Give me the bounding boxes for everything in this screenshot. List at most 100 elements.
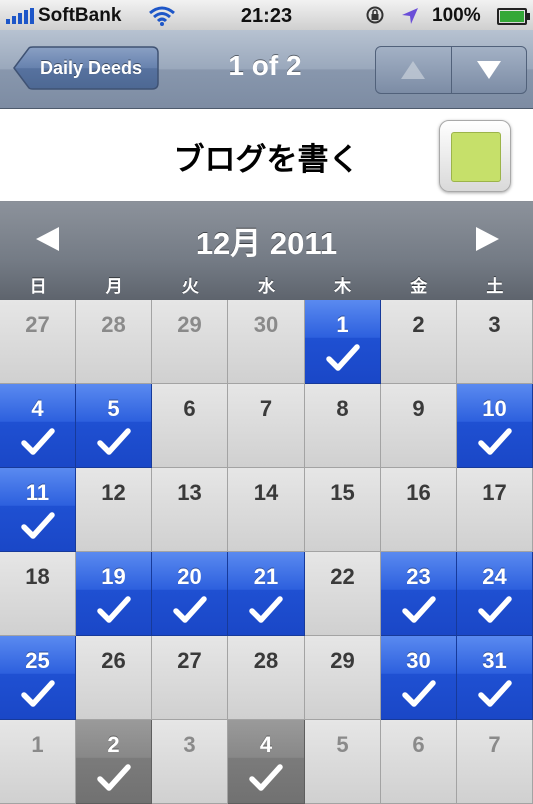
calendar-day-cell[interactable]: 7 (228, 384, 305, 468)
calendar-day-cell[interactable]: 18 (0, 552, 76, 636)
battery-icon (497, 8, 530, 25)
calendar-day-cell[interactable]: 30 (381, 636, 457, 720)
calendar-day-cell[interactable]: 22 (305, 552, 381, 636)
next-item-button[interactable] (450, 47, 527, 93)
day-number: 9 (412, 396, 425, 421)
calendar-day-cell[interactable]: 27 (0, 300, 76, 384)
checkmark-icon (20, 680, 55, 708)
calendar-header: 12月 2011 日 月 火 水 木 金 土 (0, 202, 533, 300)
day-number: 29 (330, 648, 355, 673)
day-number: 7 (259, 396, 273, 421)
day-number: 24 (482, 564, 507, 589)
calendar-day-cell[interactable]: 4 (0, 384, 76, 468)
calendar-day-cell[interactable]: 17 (457, 468, 533, 552)
prev-next-segmented-control (375, 46, 527, 94)
day-number: 4 (31, 396, 44, 421)
day-number: 1 (336, 312, 349, 337)
calendar-day-cell[interactable]: 6 (381, 720, 457, 804)
next-month-button[interactable] (472, 224, 502, 254)
day-number: 7 (488, 732, 501, 757)
checkmark-icon (20, 512, 55, 540)
calendar-day-cell[interactable]: 28 (76, 300, 152, 384)
calendar-day-cell[interactable]: 13 (152, 468, 228, 552)
day-number: 16 (406, 480, 431, 505)
calendar-day-cell[interactable]: 21 (228, 552, 305, 636)
day-number: 2 (107, 732, 120, 757)
location-arrow-icon (402, 8, 418, 24)
calendar-day-cell[interactable]: 11 (0, 468, 76, 552)
day-number: 5 (336, 732, 349, 757)
checkmark-icon (477, 596, 512, 624)
checkmark-icon (325, 344, 360, 372)
calendar-day-cell[interactable]: 6 (152, 384, 228, 468)
checkmark-icon (20, 428, 55, 456)
day-number: 2 (412, 312, 425, 337)
calendar-day-cell[interactable]: 4 (228, 720, 305, 804)
calendar-day-cell[interactable]: 20 (152, 552, 228, 636)
checkmark-icon (249, 764, 283, 792)
calendar-day-cell[interactable]: 25 (0, 636, 76, 720)
day-number: 11 (25, 480, 50, 505)
checkmark-icon (401, 596, 436, 624)
day-number: 18 (25, 564, 50, 589)
day-number: 13 (177, 480, 202, 505)
calendar-day-cell[interactable]: 5 (76, 384, 152, 468)
weekday-label: 土 (486, 277, 504, 297)
calendar-day-cell[interactable]: 1 (0, 720, 76, 804)
calendar-day-cell[interactable]: 30 (228, 300, 305, 384)
day-number: 17 (482, 480, 507, 505)
calendar-day-cell[interactable]: 9 (381, 384, 457, 468)
calendar-day-cell[interactable]: 2 (381, 300, 457, 384)
calendar-day-cell[interactable]: 8 (305, 384, 381, 468)
calendar-day-cell[interactable]: 3 (457, 300, 533, 384)
calendar-day-cell[interactable]: 29 (305, 636, 381, 720)
day-number: 22 (330, 564, 355, 589)
checkmark-icon (96, 596, 131, 624)
weekday-label: 水 (257, 277, 275, 297)
calendar-day-cell[interactable]: 3 (152, 720, 228, 804)
previous-item-button[interactable] (376, 47, 451, 93)
calendar-day-cell[interactable]: 14 (228, 468, 305, 552)
triangle-down-icon (476, 61, 501, 79)
triangle-up-icon (401, 61, 426, 79)
day-number: 30 (253, 312, 279, 337)
day-number: 27 (177, 648, 202, 673)
calendar-day-cell[interactable]: 16 (381, 468, 457, 552)
calendar-day-cell[interactable]: 28 (228, 636, 305, 720)
status-bar: SoftBank 21:23 100% (0, 0, 533, 30)
day-number: 4 (259, 732, 273, 757)
checkmark-icon (401, 680, 436, 708)
day-number: 6 (183, 396, 196, 421)
calendar-day-cell[interactable]: 27 (152, 636, 228, 720)
back-button-label: Daily Deeds (39, 57, 143, 78)
weekday-label: 月 (105, 277, 123, 297)
calendar-day-cell[interactable]: 26 (76, 636, 152, 720)
deed-header: ブログを書く (0, 109, 533, 202)
back-button[interactable]: Daily Deeds (13, 46, 159, 90)
day-number: 10 (482, 396, 507, 421)
calendar-day-cell[interactable]: 29 (152, 300, 228, 384)
calendar-day-cell[interactable]: 1 (305, 300, 381, 384)
calendar-day-cell[interactable]: 7 (457, 720, 533, 804)
calendar-day-cell[interactable]: 15 (305, 468, 381, 552)
calendar-day-cell[interactable]: 2 (76, 720, 152, 804)
calendar-day-cell[interactable]: 10 (457, 384, 533, 468)
navigation-bar: Daily Deeds 1 of 2 (0, 30, 533, 109)
day-number: 3 (183, 732, 196, 757)
calendar-day-cell[interactable]: 23 (381, 552, 457, 636)
calendar-day-cell[interactable]: 31 (457, 636, 533, 720)
day-number: 6 (412, 732, 425, 757)
deed-color-button[interactable] (439, 120, 511, 192)
calendar-day-cell[interactable]: 24 (457, 552, 533, 636)
checkmark-icon (96, 428, 131, 456)
month-label: 12月 2011 (195, 226, 338, 261)
day-number: 21 (253, 564, 279, 589)
day-number: 28 (101, 312, 126, 337)
day-number: 12 (101, 480, 126, 505)
calendar-day-cell[interactable]: 19 (76, 552, 152, 636)
checkmark-icon (477, 428, 512, 456)
day-number: 20 (177, 564, 202, 589)
calendar-day-cell[interactable]: 12 (76, 468, 152, 552)
day-number: 25 (25, 648, 50, 673)
calendar-day-cell[interactable]: 5 (305, 720, 381, 804)
